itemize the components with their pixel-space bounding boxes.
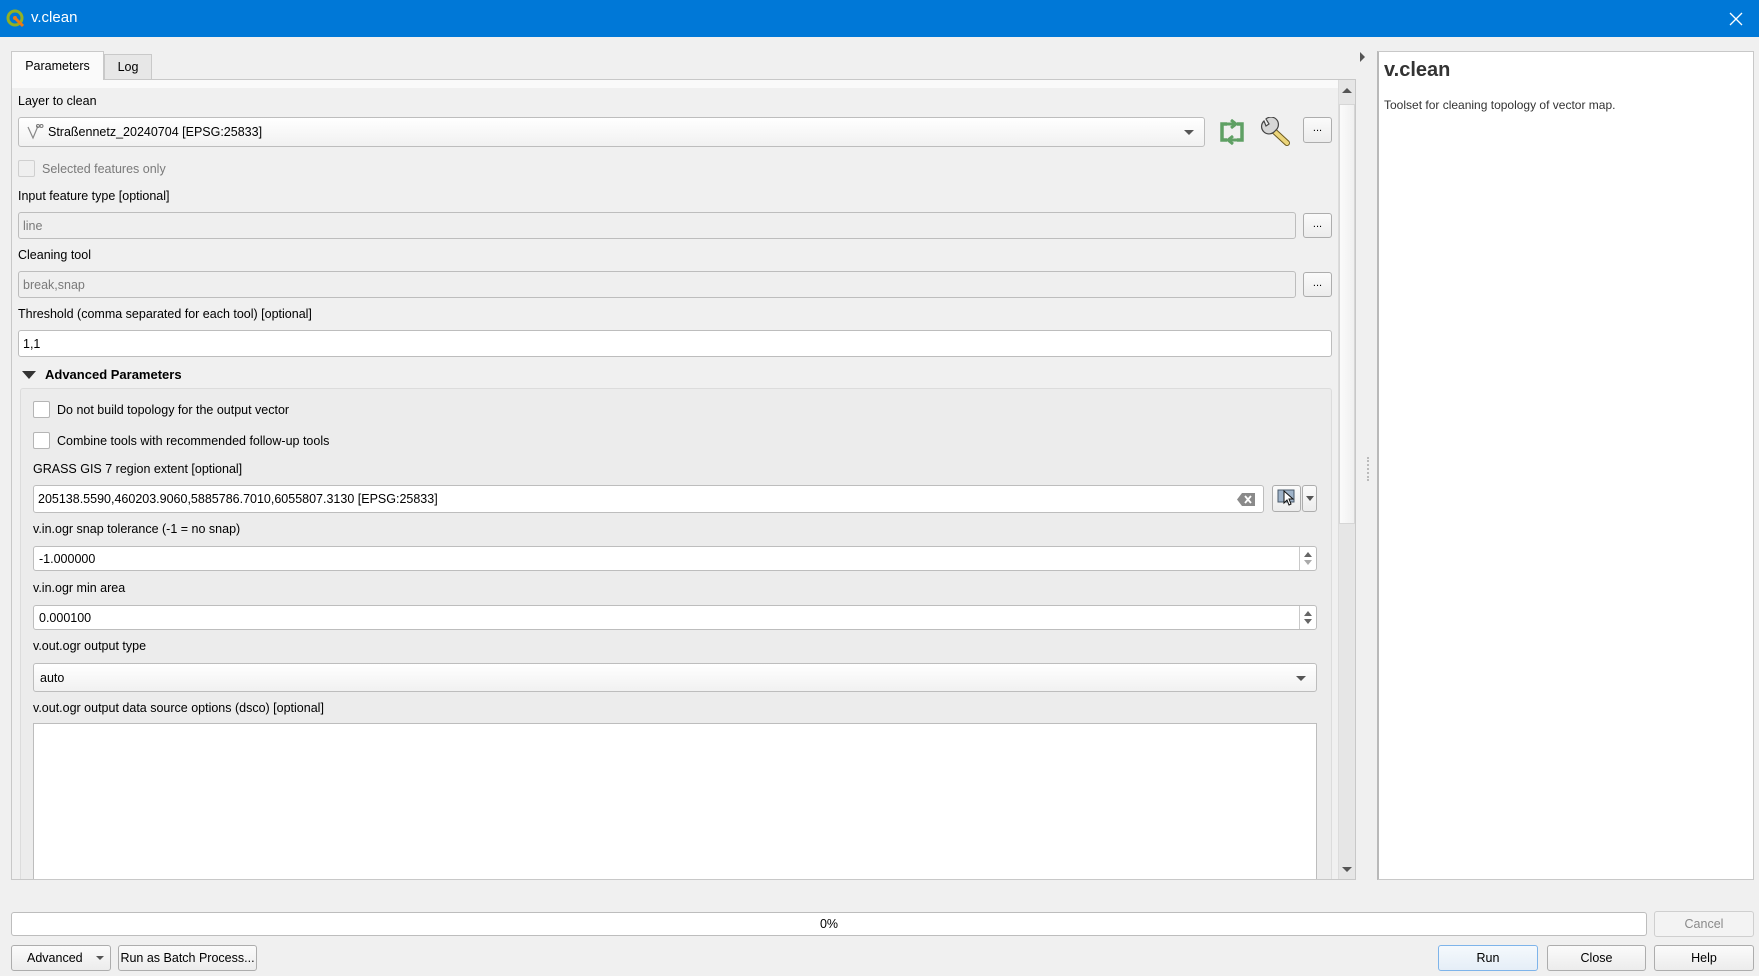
threshold-value: 1,1 — [23, 336, 41, 351]
tab-log[interactable]: Log — [104, 54, 152, 79]
extent-dropdown-button[interactable] — [1302, 485, 1317, 512]
splitter-handle[interactable] — [1367, 457, 1369, 481]
snap-tolerance-label: v.in.ogr snap tolerance (-1 = no snap) — [33, 522, 241, 536]
no-topology-label: Do not build topology for the output vec… — [57, 403, 290, 417]
cancel-label: Cancel — [1684, 917, 1724, 931]
select-on-canvas-icon — [1277, 488, 1297, 509]
collapse-help-arrow-icon[interactable] — [1360, 52, 1365, 62]
select-extent-button[interactable] — [1272, 485, 1301, 512]
chevron-down-icon — [1305, 496, 1314, 501]
scrollbar-thumb[interactable] — [1339, 104, 1355, 524]
min-area-label: v.in.ogr min area — [33, 581, 126, 595]
help-title: v.clean — [1384, 59, 1451, 81]
snap-tolerance-value: -1.000000 — [39, 551, 96, 566]
iterate-icon[interactable] — [1218, 118, 1246, 146]
cleaning-tool-label: Cleaning tool — [18, 248, 91, 262]
region-extent-input[interactable]: 205138.5590,460203.9060,5885786.7010,605… — [33, 485, 1264, 513]
advanced-label: Advanced — [27, 951, 83, 965]
panel-bottom-border — [11, 879, 1356, 880]
collapse-triangle-icon[interactable] — [22, 371, 36, 379]
batch-label: Run as Batch Process... — [120, 951, 255, 965]
layer-label: Layer to clean — [18, 94, 97, 108]
combine-tools-label: Combine tools with recommended follow-up… — [57, 434, 330, 448]
more-label: ... — [1312, 122, 1323, 134]
cleaning-tool-options-button[interactable]: ... — [1303, 272, 1332, 297]
feature-type-label: Input feature type [optional] — [18, 189, 170, 203]
panel-top-strip — [12, 80, 1339, 88]
output-type-combobox[interactable]: auto — [33, 663, 1317, 692]
help-button[interactable]: Help — [1654, 945, 1754, 971]
chevron-down-icon — [1184, 130, 1194, 135]
cleaning-tool-value: break,snap — [23, 277, 85, 292]
cleaning-tool-field[interactable]: break,snap — [18, 271, 1296, 298]
close-button[interactable]: Close — [1547, 945, 1646, 971]
cancel-button[interactable]: Cancel — [1654, 911, 1754, 937]
up-arrow-icon[interactable] — [1304, 552, 1312, 557]
output-type-value: auto — [40, 670, 65, 685]
progress-bar: 0% — [11, 912, 1647, 936]
help-label: Help — [1691, 951, 1717, 965]
min-area-value: 0.000100 — [39, 610, 92, 625]
advanced-button[interactable]: Advanced — [11, 945, 111, 971]
chevron-down-icon — [1296, 676, 1306, 681]
chevron-down-icon — [96, 956, 104, 960]
run-batch-button[interactable]: Run as Batch Process... — [118, 945, 257, 971]
tab-label: Log — [117, 60, 139, 74]
qgis-logo-icon — [6, 9, 26, 29]
more-label: ... — [1312, 276, 1323, 289]
threshold-label: Threshold (comma separated for each tool… — [18, 307, 312, 321]
window-title: v.clean — [31, 9, 78, 26]
selected-features-checkbox[interactable] — [18, 160, 35, 177]
region-extent-label: GRASS GIS 7 region extent [optional] — [33, 462, 243, 476]
tab-parameters[interactable]: Parameters — [11, 51, 104, 80]
clear-icon[interactable] — [1237, 493, 1255, 509]
no-topology-checkbox[interactable] — [33, 401, 50, 418]
region-extent-value: 205138.5590,460203.9060,5885786.7010,605… — [38, 492, 438, 506]
selected-features-label: Selected features only — [42, 162, 166, 176]
tab-label: Parameters — [25, 59, 90, 73]
run-label: Run — [1476, 951, 1500, 965]
title-bar: v.clean — [0, 0, 1759, 37]
up-arrow-icon[interactable] — [1304, 611, 1312, 616]
layer-value: Straßennetz_20240704 [EPSG:25833] — [48, 125, 263, 139]
layer-options-button[interactable]: ... — [1303, 117, 1332, 143]
line-layer-icon — [26, 124, 44, 140]
spin-arrows[interactable] — [1299, 547, 1316, 570]
advanced-parameters-header[interactable]: Advanced Parameters — [45, 367, 182, 382]
layer-combobox[interactable]: Straßennetz_20240704 [EPSG:25833] — [18, 117, 1205, 147]
threshold-input[interactable]: 1,1 — [18, 330, 1332, 357]
min-area-spinbox[interactable]: 0.000100 — [33, 605, 1317, 630]
run-button[interactable]: Run — [1438, 945, 1538, 971]
scroll-up-arrow-icon[interactable] — [1342, 88, 1352, 93]
dsco-label: v.out.ogr output data source options (ds… — [33, 701, 324, 715]
wrench-icon[interactable] — [1260, 116, 1292, 147]
spin-arrows[interactable] — [1299, 606, 1316, 629]
progress-label: 0% — [819, 917, 839, 931]
snap-tolerance-spinbox[interactable]: -1.000000 — [33, 546, 1317, 571]
output-type-label: v.out.ogr output type — [33, 639, 147, 653]
combine-tools-checkbox[interactable] — [33, 432, 50, 449]
feature-type-options-button[interactable]: ... — [1303, 213, 1332, 238]
down-arrow-icon[interactable] — [1304, 619, 1312, 624]
help-description: Toolset for cleaning topology of vector … — [1384, 98, 1616, 112]
feature-type-field[interactable]: line — [18, 212, 1296, 239]
vertical-scrollbar[interactable] — [1338, 80, 1355, 879]
more-label: ... — [1312, 217, 1323, 230]
scroll-down-arrow-icon[interactable] — [1342, 867, 1352, 872]
help-panel: v.clean Toolset for cleaning topology of… — [1377, 51, 1754, 880]
feature-type-value: line — [23, 218, 43, 233]
dsco-textarea[interactable] — [33, 723, 1317, 893]
close-label: Close — [1580, 951, 1613, 965]
down-arrow-icon[interactable] — [1304, 560, 1312, 565]
close-icon[interactable] — [1713, 0, 1759, 37]
